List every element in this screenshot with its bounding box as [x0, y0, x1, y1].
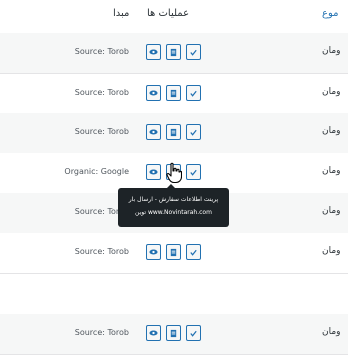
- complete-order-button[interactable]: [186, 325, 201, 341]
- source-cell: Organic: Google: [64, 167, 129, 176]
- complete-order-button[interactable]: [186, 164, 201, 180]
- table-row: Source: Torob ومان: [0, 33, 348, 74]
- complete-order-button[interactable]: [186, 44, 201, 60]
- document-icon: [170, 329, 177, 338]
- print-invoice-button[interactable]: [166, 244, 181, 260]
- tooltip: پرینت اطلاعات سفارش - ارسال بار توین www…: [118, 188, 229, 227]
- table-row: Source: Torob ومان: [0, 74, 348, 115]
- table-row: Source: Torob ومان: [0, 113, 348, 154]
- eye-icon: [149, 49, 158, 55]
- document-icon: [170, 248, 177, 257]
- source-cell: Source: Torob: [74, 88, 129, 97]
- table-row: Source: Torob ومان: [0, 233, 348, 274]
- source-cell: Source: Torob: [74, 247, 129, 256]
- document-icon: [170, 128, 177, 137]
- table-row: Source: Torob ومان: [0, 314, 348, 355]
- view-order-button[interactable]: [146, 44, 161, 60]
- type-cell: ومان: [322, 327, 341, 337]
- view-order-button[interactable]: [146, 85, 161, 101]
- type-cell: ومان: [322, 46, 341, 56]
- print-invoice-button[interactable]: [166, 44, 181, 60]
- type-cell: ومان: [322, 87, 341, 97]
- checkmark-icon: [190, 249, 197, 256]
- checkmark-icon: [190, 90, 197, 97]
- print-invoice-button[interactable]: [166, 124, 181, 140]
- eye-icon: [149, 129, 158, 135]
- type-cell: ومان: [322, 166, 341, 176]
- view-order-button[interactable]: [146, 325, 161, 341]
- source-cell: Source: Torob: [74, 328, 129, 337]
- complete-order-button[interactable]: [186, 244, 201, 260]
- type-cell: ومان: [322, 206, 341, 216]
- checkmark-icon: [190, 129, 197, 136]
- eye-icon: [149, 169, 158, 175]
- view-order-button[interactable]: [146, 164, 161, 180]
- source-cell: Source: Torob: [74, 47, 129, 56]
- table-header: مبدا عملیات ها موع: [0, 0, 348, 34]
- checkmark-icon: [190, 49, 197, 56]
- checkmark-icon: [190, 330, 197, 337]
- view-order-button[interactable]: [146, 124, 161, 140]
- complete-order-button[interactable]: [186, 124, 201, 140]
- view-order-button[interactable]: [146, 244, 161, 260]
- type-cell: ومان: [322, 126, 341, 136]
- header-source: مبدا: [113, 8, 130, 19]
- tooltip-line-1: پرینت اطلاعات سفارش - ارسال بار: [128, 196, 219, 203]
- checkmark-icon: [190, 169, 197, 176]
- document-icon: [170, 89, 177, 98]
- source-cell: Source: Torob: [74, 127, 129, 136]
- header-actions: عملیات ها: [147, 8, 190, 19]
- type-cell: ومان: [322, 246, 341, 256]
- eye-icon: [149, 330, 158, 336]
- tooltip-line-2: توین www.Novintarah.com: [135, 209, 212, 216]
- eye-icon: [149, 249, 158, 255]
- print-invoice-button[interactable]: [166, 325, 181, 341]
- document-icon: [170, 48, 177, 57]
- eye-icon: [149, 90, 158, 96]
- hand-cursor-icon: [166, 162, 182, 184]
- header-type-sortable[interactable]: موع: [322, 8, 339, 19]
- print-invoice-button[interactable]: [166, 85, 181, 101]
- complete-order-button[interactable]: [186, 85, 201, 101]
